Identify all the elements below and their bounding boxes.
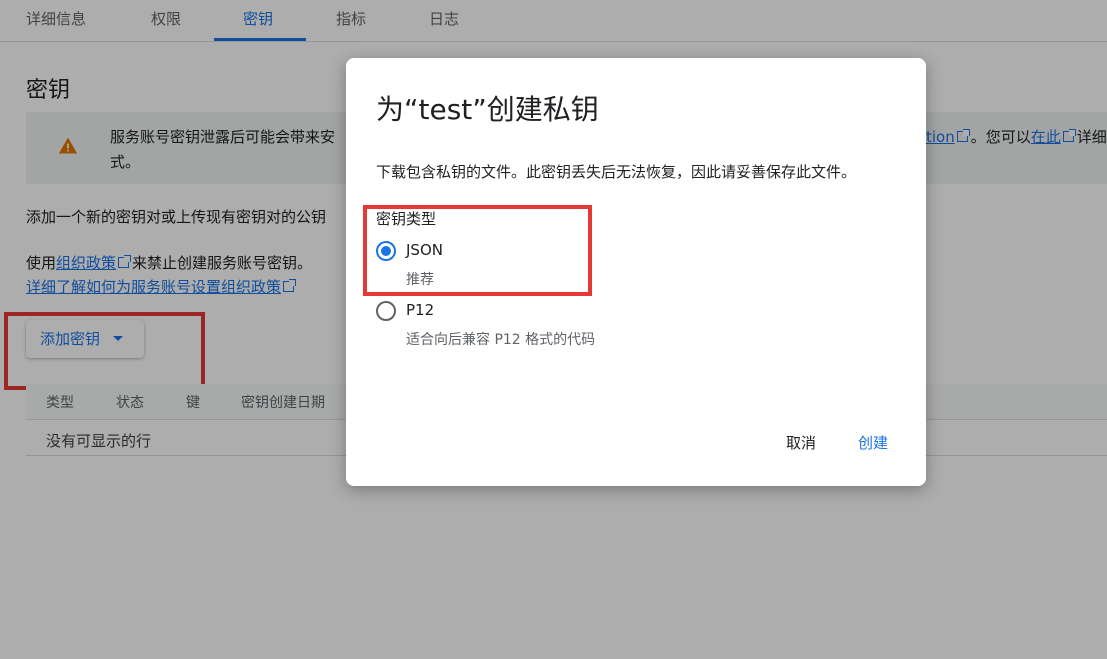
radio-p12-label[interactable]: P12	[406, 301, 434, 319]
radio-p12[interactable]	[376, 301, 396, 321]
dialog-description: 下载包含私钥的文件。此密钥丢失后无法恢复，因此请妥善保存此文件。	[376, 163, 857, 181]
create-button[interactable]: 创建	[858, 432, 888, 453]
dialog-title: 为“test”创建私钥	[376, 93, 599, 126]
cancel-button[interactable]: 取消	[786, 432, 816, 453]
annotation-box-json	[363, 205, 592, 296]
radio-p12-hint: 适合向后兼容 P12 格式的代码	[406, 332, 596, 348]
